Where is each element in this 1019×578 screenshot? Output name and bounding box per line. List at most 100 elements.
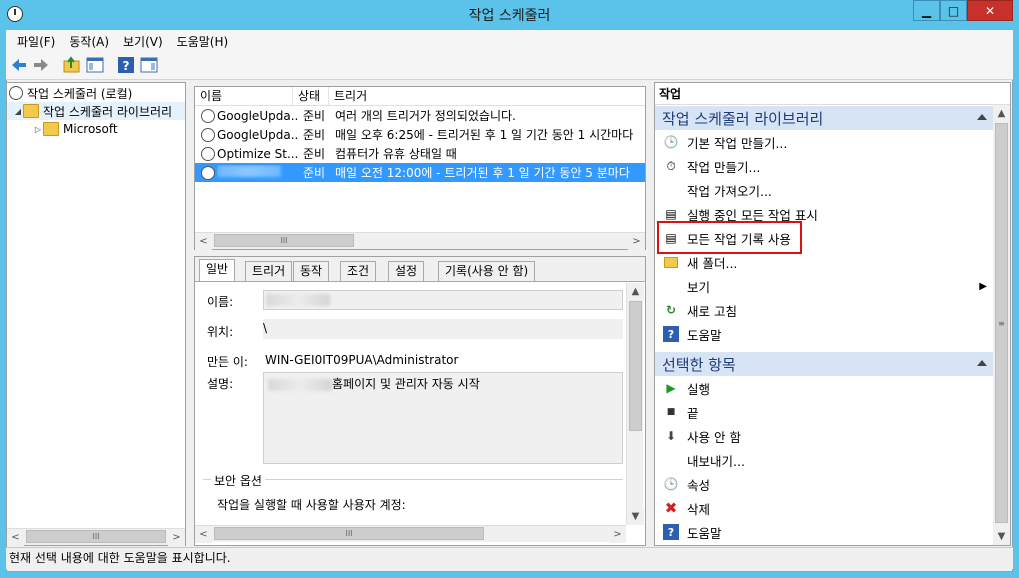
- help-icon: ?: [663, 326, 679, 342]
- tree-item-microsoft[interactable]: ▷ Microsoft: [7, 120, 185, 138]
- annotation-highlight-box: [657, 221, 802, 254]
- svg-text:?: ?: [123, 59, 130, 73]
- name-field[interactable]: [263, 290, 623, 310]
- location-label: 위치:: [207, 325, 234, 339]
- scroll-right-icon[interactable]: >: [168, 529, 185, 546]
- action-run[interactable]: ▶ 실행: [655, 376, 993, 400]
- scrollbar-thumb[interactable]: ≡: [995, 123, 1008, 523]
- task-clock-icon: [201, 165, 215, 180]
- action-export[interactable]: 내보내기...: [655, 448, 993, 472]
- column-header-name[interactable]: 이름: [195, 87, 293, 105]
- scroll-up-icon[interactable]: ▲: [627, 283, 644, 300]
- minimize-button[interactable]: ▁: [913, 0, 940, 21]
- menu-file[interactable]: 파일(F): [10, 33, 62, 50]
- scrollbar-thumb[interactable]: III: [26, 530, 166, 543]
- task-status: 준비: [303, 166, 326, 180]
- action-pane-icon: [140, 57, 158, 73]
- scroll-left-icon[interactable]: <: [7, 529, 24, 546]
- action-create-task[interactable]: ⏱ 작업 만들기...: [655, 154, 993, 178]
- collapse-arrow-icon[interactable]: ▷: [33, 125, 43, 134]
- help-button[interactable]: ?: [116, 55, 136, 75]
- scrollbar-thumb[interactable]: III: [214, 527, 484, 540]
- forward-button[interactable]: [31, 55, 51, 75]
- action-pane-vertical-scrollbar[interactable]: ▲ ≡ ▼: [993, 105, 1010, 545]
- collapse-triangle-icon[interactable]: [977, 360, 987, 366]
- author-label: 만든 이:: [207, 355, 248, 369]
- action-properties[interactable]: 🕒 속성: [655, 472, 993, 496]
- action-end[interactable]: ■ 끝: [655, 400, 993, 424]
- menu-view[interactable]: 보기(V): [116, 33, 170, 50]
- scroll-up-icon[interactable]: ▲: [993, 105, 1010, 122]
- close-button[interactable]: ✕: [967, 0, 1013, 21]
- scroll-right-icon[interactable]: >: [628, 233, 645, 250]
- table-row[interactable]: GoogleUpda... 준비 여러 개의 트리거가 정의되었습니다.: [195, 106, 645, 125]
- tab-settings[interactable]: 설정: [388, 261, 425, 281]
- up-folder-button[interactable]: [62, 55, 82, 75]
- back-button[interactable]: [9, 55, 29, 75]
- expand-arrow-icon[interactable]: ◢: [13, 107, 23, 116]
- properties-horizontal-scrollbar[interactable]: < III >: [195, 525, 626, 543]
- section-header-selected-item[interactable]: 선택한 항목: [655, 352, 993, 376]
- tree-horizontal-scrollbar[interactable]: < III >: [7, 528, 185, 546]
- collapse-triangle-icon[interactable]: [977, 114, 987, 120]
- table-row[interactable]: Optimize St... 준비 컴퓨터가 유휴 상태일 때: [195, 144, 645, 163]
- tab-triggers[interactable]: 트리거: [245, 261, 293, 281]
- action-help[interactable]: ? 도움말: [655, 322, 993, 346]
- task-list-horizontal-scrollbar[interactable]: < III >: [195, 232, 645, 250]
- general-tab-content: 이름: 위치: \ 만든 이: WIN-GEI0IT09PUA\Administ…: [195, 281, 645, 545]
- properties-vertical-scrollbar[interactable]: ▲ ▼: [626, 283, 644, 525]
- action-delete[interactable]: ✖ 삭제: [655, 496, 993, 520]
- back-arrow-icon: [12, 59, 26, 71]
- redacted-block: [217, 165, 281, 177]
- action-refresh[interactable]: ↻ 새로 고침: [655, 298, 993, 322]
- table-row-selected[interactable]: 준비 매일 오전 12:00에 - 트리거된 후 1 일 기간 동안 5 분마다: [195, 163, 645, 182]
- task-status: 준비: [303, 109, 326, 123]
- action-create-basic-task[interactable]: 🕒 기본 작업 만들기...: [655, 130, 993, 154]
- scrollbar-thumb[interactable]: III: [214, 234, 354, 247]
- running-tasks-icon: ▤: [665, 207, 677, 221]
- help-icon: ?: [663, 524, 679, 540]
- tab-conditions[interactable]: 조건: [340, 261, 377, 281]
- task-properties-panel: 일반 트리거 동작 조건 설정 기록(사용 안 함) 이름: 위치: \ 만든 …: [194, 256, 646, 546]
- task-status: 준비: [303, 128, 326, 142]
- show-hide-console-tree-button[interactable]: [85, 55, 105, 75]
- show-hide-action-pane-button[interactable]: [139, 55, 159, 75]
- table-row[interactable]: GoogleUpda... 준비 매일 오후 6:25에 - 트리거된 후 1 …: [195, 125, 645, 144]
- tab-actions[interactable]: 동작: [293, 261, 330, 281]
- task-clock-icon: [201, 146, 215, 161]
- window-title: 작업 스케줄러: [468, 8, 551, 24]
- action-help-selected[interactable]: ? 도움말: [655, 520, 993, 544]
- task-name: Optimize St...: [217, 146, 299, 161]
- scroll-down-icon[interactable]: ▼: [627, 508, 644, 525]
- folder-clock-icon: [23, 104, 39, 118]
- submenu-arrow-icon: ▶: [979, 280, 987, 292]
- action-import-task[interactable]: 작업 가져오기...: [655, 178, 993, 202]
- section-header-library[interactable]: 작업 스케줄러 라이브러리: [655, 106, 993, 130]
- column-header-status[interactable]: 상태: [293, 87, 329, 105]
- description-label: 설명:: [207, 377, 234, 391]
- scrollbar-thumb[interactable]: [629, 301, 642, 431]
- action-disable[interactable]: ⬇ 사용 안 함: [655, 424, 993, 448]
- action-view[interactable]: 보기 ▶: [655, 274, 993, 298]
- refresh-icon: ↻: [665, 303, 677, 317]
- task-trigger: 여러 개의 트리거가 정의되었습니다.: [335, 109, 516, 123]
- create-task-icon: ⏱: [666, 158, 676, 173]
- tree-item-library[interactable]: ◢ 작업 스케줄러 라이브러리: [7, 102, 185, 120]
- maximize-button[interactable]: □: [940, 0, 967, 21]
- redacted-block: [266, 294, 330, 306]
- description-field[interactable]: 홈페이지 및 관리자 자동 시작: [263, 372, 623, 464]
- tree-item-root[interactable]: 작업 스케줄러 (로컬): [7, 84, 185, 102]
- scroll-left-icon[interactable]: <: [195, 233, 212, 250]
- clock-icon: [9, 86, 23, 100]
- scroll-left-icon[interactable]: <: [195, 526, 212, 543]
- location-field: \: [263, 319, 623, 339]
- menu-help[interactable]: 도움말(H): [170, 33, 236, 50]
- scroll-down-icon[interactable]: ▼: [993, 528, 1010, 545]
- help-icon: ?: [118, 57, 134, 73]
- tab-general[interactable]: 일반: [199, 259, 236, 282]
- scroll-right-icon[interactable]: >: [609, 526, 626, 543]
- tab-history[interactable]: 기록(사용 안 함): [438, 261, 536, 281]
- menu-action[interactable]: 동작(A): [62, 33, 116, 50]
- column-header-trigger[interactable]: 트리거: [329, 87, 645, 105]
- new-folder-icon: [663, 254, 679, 270]
